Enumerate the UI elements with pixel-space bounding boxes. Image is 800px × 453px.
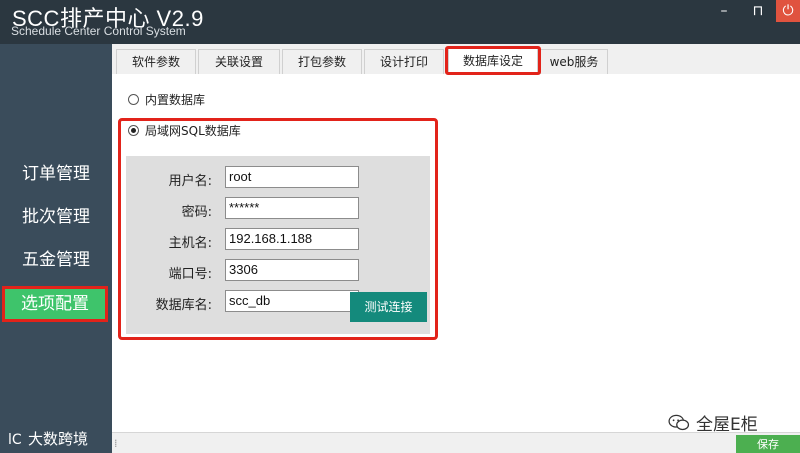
tab-strip: 软件参数 关联设置 打包参数 设计打印 数据库设定 web服务 [112,44,800,75]
username-field[interactable]: root [225,166,359,188]
radio-lan-indicator[interactable] [128,124,139,136]
host-field[interactable]: 192.168.1.188 [225,228,359,250]
password-field[interactable]: ****** [225,197,359,219]
title-bar: SCC排产中心 V2.9 Schedule Center Control Sys… [0,0,800,44]
maximize-button[interactable]: ⊓ [744,0,772,22]
watermark-text: 全屋E柜 [696,415,758,435]
sidebar: 订单管理 批次管理 五金管理 选项配置 lC 大数跨境 [0,44,112,453]
close-button[interactable]: ⏻ [776,0,800,22]
port-field[interactable]: 3306 [225,259,359,281]
brand-logo: lC 大数跨境 [8,428,88,449]
radio-lan-db[interactable]: 局域网SQL数据库 [128,122,241,138]
dbname-label: 数据库名: [155,298,212,313]
tab-packing-params[interactable]: 打包参数 [282,49,362,74]
tab-software-params[interactable]: 软件参数 [116,49,196,74]
grip-handle: ⁞ [114,437,118,450]
app-subtitle: Schedule Center Control System [11,24,186,38]
wechat-icon [668,414,690,430]
brand-text: 大数跨境 [28,430,89,448]
minimize-button[interactable]: – [710,0,738,22]
test-connection-button[interactable]: 测试连接 [350,292,427,322]
tab-design-print[interactable]: 设计打印 [364,49,444,74]
password-label: 密码: [181,205,212,220]
brand-logo-icon: lC [8,432,22,448]
tab-highlight-box [445,46,541,75]
status-bar: ⁞ 保存 [112,432,800,453]
radio-builtin-indicator[interactable] [128,93,139,105]
tab-web-service[interactable]: web服务 [540,49,608,74]
radio-lan-label: 局域网SQL数据库 [145,123,241,138]
username-label: 用户名: [168,174,212,189]
radio-builtin-db[interactable]: 内置数据库 [128,91,205,107]
sidebar-item-hardware[interactable]: 五金管理 [0,242,112,278]
dbname-field[interactable]: scc_db [225,290,359,312]
host-label: 主机名: [168,236,212,251]
sidebar-item-options[interactable]: 选项配置 [2,286,108,322]
main-content: 软件参数 关联设置 打包参数 设计打印 数据库设定 web服务 内置数据库 局域… [112,44,800,432]
sidebar-item-orders[interactable]: 订单管理 [0,156,112,192]
tab-association-settings[interactable]: 关联设置 [198,49,280,74]
watermark: 全屋E柜 [668,410,758,435]
radio-builtin-label: 内置数据库 [145,92,206,107]
port-label: 端口号: [168,267,212,282]
sidebar-item-batches[interactable]: 批次管理 [0,199,112,235]
save-button[interactable]: 保存 [736,435,800,453]
